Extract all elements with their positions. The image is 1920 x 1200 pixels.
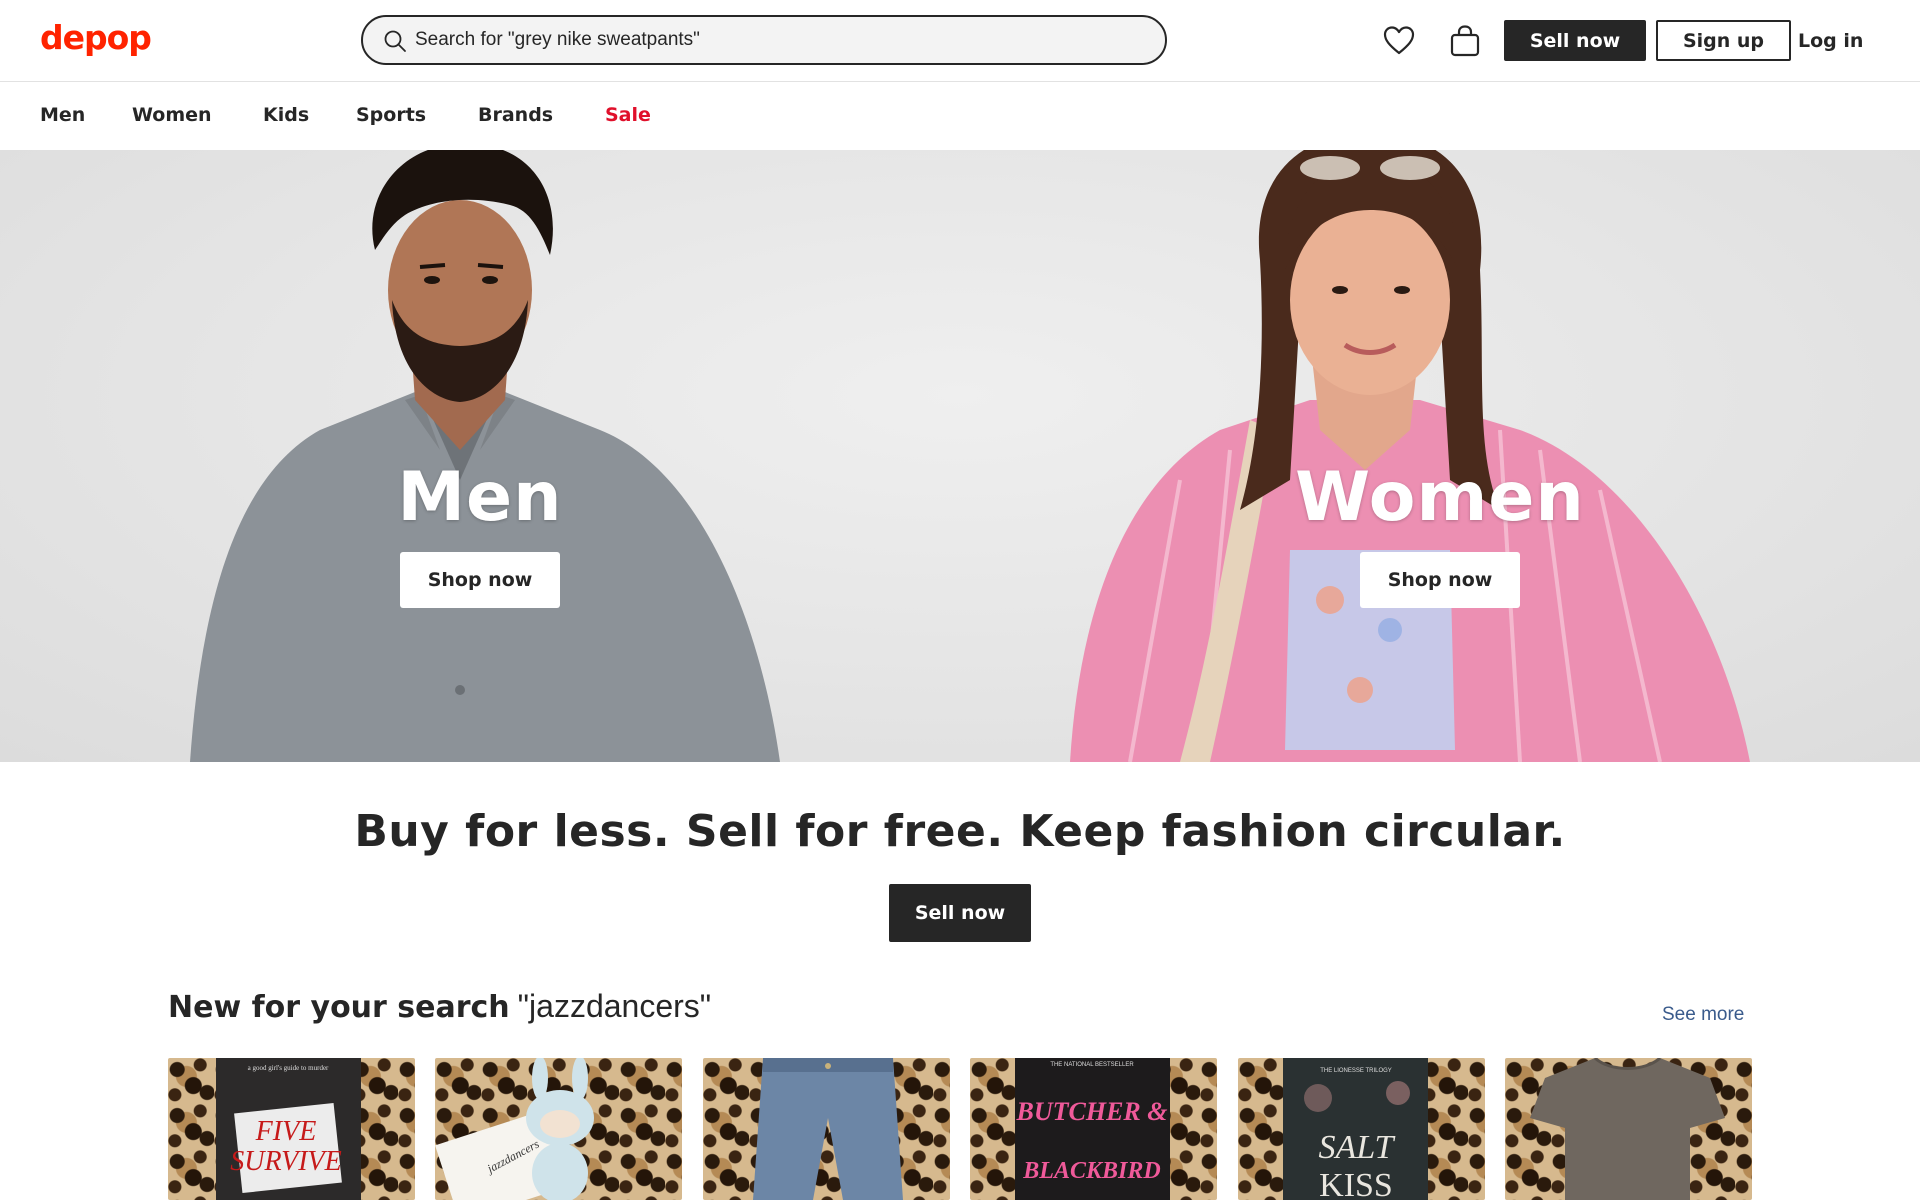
product-kicker: THE LIONESSE TRILOGY: [1320, 1068, 1392, 1074]
search-icon: [384, 30, 406, 52]
product-cover-line2: BLACKBIRD: [1022, 1158, 1160, 1184]
tagline-sell-now-button[interactable]: Sell now: [889, 884, 1031, 942]
search-bar[interactable]: [361, 15, 1167, 65]
product-cover-line1: BUTCHER &: [1016, 1097, 1168, 1126]
product-cover-line1: SALT: [1319, 1129, 1396, 1166]
recent-search-heading: New for your search "jazzdancers": [168, 988, 711, 1025]
sell-now-button[interactable]: Sell now: [1504, 20, 1646, 61]
product-card[interactable]: THE NATIONAL BESTSELLER BUTCHER & BLACKB…: [970, 1058, 1217, 1200]
bag-icon[interactable]: [1446, 22, 1484, 60]
men-hero-image[interactable]: [170, 150, 850, 762]
product-image: jazzdancers: [435, 1058, 594, 1200]
product-card[interactable]: [1505, 1058, 1752, 1200]
hero-men-title: Men: [397, 458, 563, 537]
site-header: depop Sell now Sign up Log in: [0, 0, 1920, 82]
recent-search-title: New for your search: [168, 990, 510, 1025]
product-image: [753, 1058, 903, 1200]
log-in-link[interactable]: Log in: [1798, 22, 1863, 60]
tagline: Buy for less. Sell for free. Keep fashio…: [354, 806, 1566, 857]
nav-item-kids[interactable]: Kids: [263, 104, 309, 126]
product-cover-line2: SURVIVE: [230, 1146, 341, 1177]
women-hero-image[interactable]: [1060, 150, 1760, 762]
nav-item-men[interactable]: Men: [40, 104, 85, 126]
sign-up-button[interactable]: Sign up: [1656, 20, 1791, 61]
hero-women-title: Women: [1295, 458, 1585, 537]
women-shop-now-button[interactable]: Shop now: [1360, 552, 1520, 608]
product-image: THE NATIONAL BESTSELLER BUTCHER & BLACKB…: [1015, 1058, 1170, 1200]
heart-icon[interactable]: [1380, 22, 1418, 60]
hero-banner: Men Shop now Women Shop now: [0, 150, 1920, 762]
product-kicker: a good girl's guide to murder: [248, 1064, 329, 1072]
nav-item-women[interactable]: Women: [132, 104, 212, 126]
product-card[interactable]: a good girl's guide to murder FIVE SURVI…: [168, 1058, 415, 1200]
see-more-link[interactable]: See more: [1662, 1004, 1744, 1026]
product-image: a good girl's guide to murder FIVE SURVI…: [216, 1058, 361, 1200]
depop-logo[interactable]: depop: [40, 18, 152, 57]
product-image: THE LIONESSE TRILOGY SALT KISS: [1283, 1058, 1428, 1200]
product-card[interactable]: THE LIONESSE TRILOGY SALT KISS: [1238, 1058, 1485, 1200]
product-kicker: THE NATIONAL BESTSELLER: [1050, 1062, 1134, 1068]
product-cover-line1: FIVE: [255, 1116, 317, 1147]
product-card[interactable]: jazzdancers: [435, 1058, 682, 1200]
nav-item-sports[interactable]: Sports: [356, 104, 426, 126]
recent-search-query: "jazzdancers": [517, 988, 712, 1024]
search-input[interactable]: [415, 26, 1135, 54]
category-nav: Men Women Kids Sports Brands Sale: [0, 82, 1920, 150]
nav-item-sale[interactable]: Sale: [605, 104, 651, 126]
product-image: [1530, 1058, 1725, 1200]
product-cover-line2: KISS: [1319, 1167, 1393, 1200]
product-row: a good girl's guide to murder FIVE SURVI…: [168, 1058, 1754, 1200]
product-card[interactable]: [703, 1058, 950, 1200]
men-shop-now-button[interactable]: Shop now: [400, 552, 560, 608]
nav-item-brands[interactable]: Brands: [478, 104, 553, 126]
